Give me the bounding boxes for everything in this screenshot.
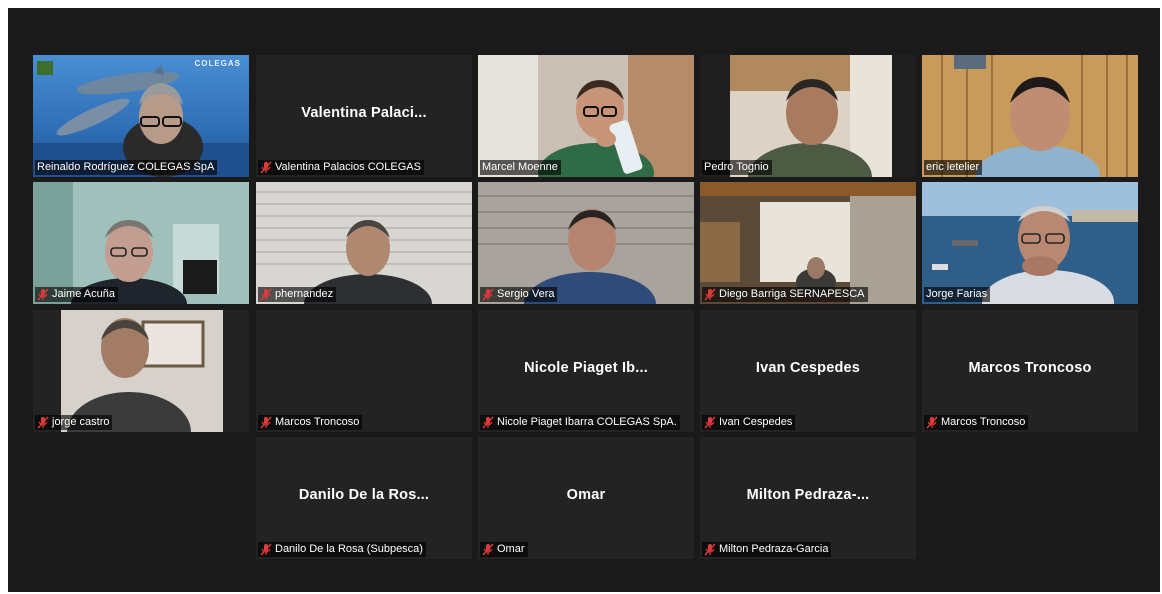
participant-tile-jorge-castro[interactable]: jorge castro xyxy=(33,310,249,432)
video-feed xyxy=(33,310,249,432)
participant-name-label: phernandez xyxy=(275,288,334,300)
participant-display-name: Valentina Palaci... xyxy=(301,105,427,121)
participant-name-label: Valentina Palacios COLEGAS xyxy=(275,161,421,173)
muted-microphone-icon xyxy=(37,416,49,429)
participant-tile-jorge-farias[interactable]: Jorge Farias xyxy=(922,182,1138,304)
participant-name-label: Marcos Troncoso xyxy=(275,416,360,428)
muted-microphone-icon xyxy=(260,161,272,174)
gallery-view: COLEGAS Reinaldo Rodríguez COLEGAS SpA V… xyxy=(8,8,1160,592)
muted-microphone-icon xyxy=(482,543,494,556)
participant-display-name: Omar xyxy=(566,487,606,503)
participant-tile-ivan[interactable]: Ivan Cespedes Ivan Cespedes xyxy=(700,310,916,432)
participant-tile-pedro[interactable]: Pedro Tognio xyxy=(700,55,916,177)
participant-display-name: Nicole Piaget Ib... xyxy=(524,360,648,376)
participant-tile-marcel[interactable]: Marcel Moenne xyxy=(478,55,694,177)
muted-microphone-icon xyxy=(37,288,49,301)
participant-tile-milton[interactable]: Milton Pedraza-... Milton Pedraza-Garcia xyxy=(700,437,916,559)
participant-display-name: Ivan Cespedes xyxy=(755,360,861,376)
participant-name-label: Ivan Cespedes xyxy=(719,416,793,428)
participant-nameplate: Diego Barriga SERNAPESCA xyxy=(702,287,868,302)
participant-name-label: Reinaldo Rodríguez COLEGAS SpA xyxy=(37,161,215,173)
muted-microphone-icon xyxy=(704,543,716,556)
muted-microphone-icon xyxy=(260,416,272,429)
participant-tile-jaime[interactable]: Jaime Acuña xyxy=(33,182,249,304)
participant-tile-eric[interactable]: eric letelier xyxy=(922,55,1138,177)
participant-tile-sergio[interactable]: Sergio Vera xyxy=(478,182,694,304)
participant-display-name: Marcos Troncoso xyxy=(968,360,1092,376)
participant-nameplate: Nicole Piaget Ibarra COLEGAS SpA. xyxy=(480,415,680,430)
participant-name-label: Milton Pedraza-Garcia xyxy=(719,543,829,555)
video-feed xyxy=(478,55,694,177)
video-feed xyxy=(33,55,249,177)
participant-display-name: Milton Pedraza-... xyxy=(746,487,870,503)
participant-name-label: Marcel Moenne xyxy=(482,161,558,173)
participant-tile-nicole[interactable]: Nicole Piaget Ib... Nicole Piaget Ibarra… xyxy=(478,310,694,432)
participant-name-label: Pedro Tognio xyxy=(704,161,769,173)
muted-microphone-icon xyxy=(704,416,716,429)
muted-microphone-icon xyxy=(926,416,938,429)
participant-name-label: jorge castro xyxy=(52,416,110,428)
participant-tile-marcos-troncoso-1[interactable]: Marcos Troncoso xyxy=(256,310,472,432)
participant-tile-valentina[interactable]: Valentina Palaci... Valentina Palacios C… xyxy=(256,55,472,177)
participant-tile-danilo[interactable]: Danilo De la Ros... Danilo De la Rosa (S… xyxy=(256,437,472,559)
participant-tile-marcos-troncoso-2[interactable]: Marcos Troncoso Marcos Troncoso xyxy=(922,310,1138,432)
muted-microphone-icon xyxy=(482,416,494,429)
video-feed xyxy=(700,182,916,304)
participant-name-label: Jorge Farias xyxy=(926,288,988,300)
participant-tile-reinaldo[interactable]: COLEGAS Reinaldo Rodríguez COLEGAS SpA xyxy=(33,55,249,177)
video-feed xyxy=(700,55,916,177)
video-feed xyxy=(922,55,1138,177)
participant-nameplate: jorge castro xyxy=(35,415,113,430)
participant-name-label: Danilo De la Rosa (Subpesca) xyxy=(275,543,423,555)
participant-name-label: eric letelier xyxy=(926,161,980,173)
video-feed xyxy=(478,182,694,304)
participant-nameplate: Ivan Cespedes xyxy=(702,415,796,430)
participant-name-label: Diego Barriga SERNAPESCA xyxy=(719,288,865,300)
participant-nameplate: Marcel Moenne xyxy=(480,160,561,175)
participant-tile-phernandez[interactable]: phernandez xyxy=(256,182,472,304)
participant-display-name: Danilo De la Ros... xyxy=(298,487,430,503)
participant-tile-diego[interactable]: Diego Barriga SERNAPESCA xyxy=(700,182,916,304)
participant-nameplate: Reinaldo Rodríguez COLEGAS SpA xyxy=(35,160,218,175)
participant-nameplate: Marcos Troncoso xyxy=(924,415,1029,430)
muted-microphone-icon xyxy=(704,288,716,301)
participant-nameplate: Jorge Farias xyxy=(924,287,991,302)
participant-nameplate: Danilo De la Rosa (Subpesca) xyxy=(258,542,426,557)
participant-nameplate: Marcos Troncoso xyxy=(258,415,363,430)
participant-nameplate: Milton Pedraza-Garcia xyxy=(702,542,832,557)
participant-nameplate: Valentina Palacios COLEGAS xyxy=(258,160,424,175)
participant-nameplate: phernandez xyxy=(258,287,337,302)
muted-microphone-icon xyxy=(260,543,272,556)
participant-nameplate: eric letelier xyxy=(924,160,983,175)
video-feed xyxy=(922,182,1138,304)
participant-tile-omar[interactable]: Omar Omar xyxy=(478,437,694,559)
participant-nameplate: Sergio Vera xyxy=(480,287,558,302)
participant-name-label: Omar xyxy=(497,543,525,555)
participant-name-label: Sergio Vera xyxy=(497,288,555,300)
participant-name-label: Jaime Acuña xyxy=(52,288,115,300)
participant-name-label: Nicole Piaget Ibarra COLEGAS SpA. xyxy=(497,416,677,428)
logo-watermark: COLEGAS xyxy=(194,59,241,68)
participant-name-label: Marcos Troncoso xyxy=(941,416,1026,428)
participant-nameplate: Pedro Tognio xyxy=(702,160,772,175)
video-feed xyxy=(33,182,249,304)
muted-microphone-icon xyxy=(482,288,494,301)
video-feed xyxy=(256,182,472,304)
muted-microphone-icon xyxy=(260,288,272,301)
participant-nameplate: Jaime Acuña xyxy=(35,287,118,302)
participant-nameplate: Omar xyxy=(480,542,528,557)
